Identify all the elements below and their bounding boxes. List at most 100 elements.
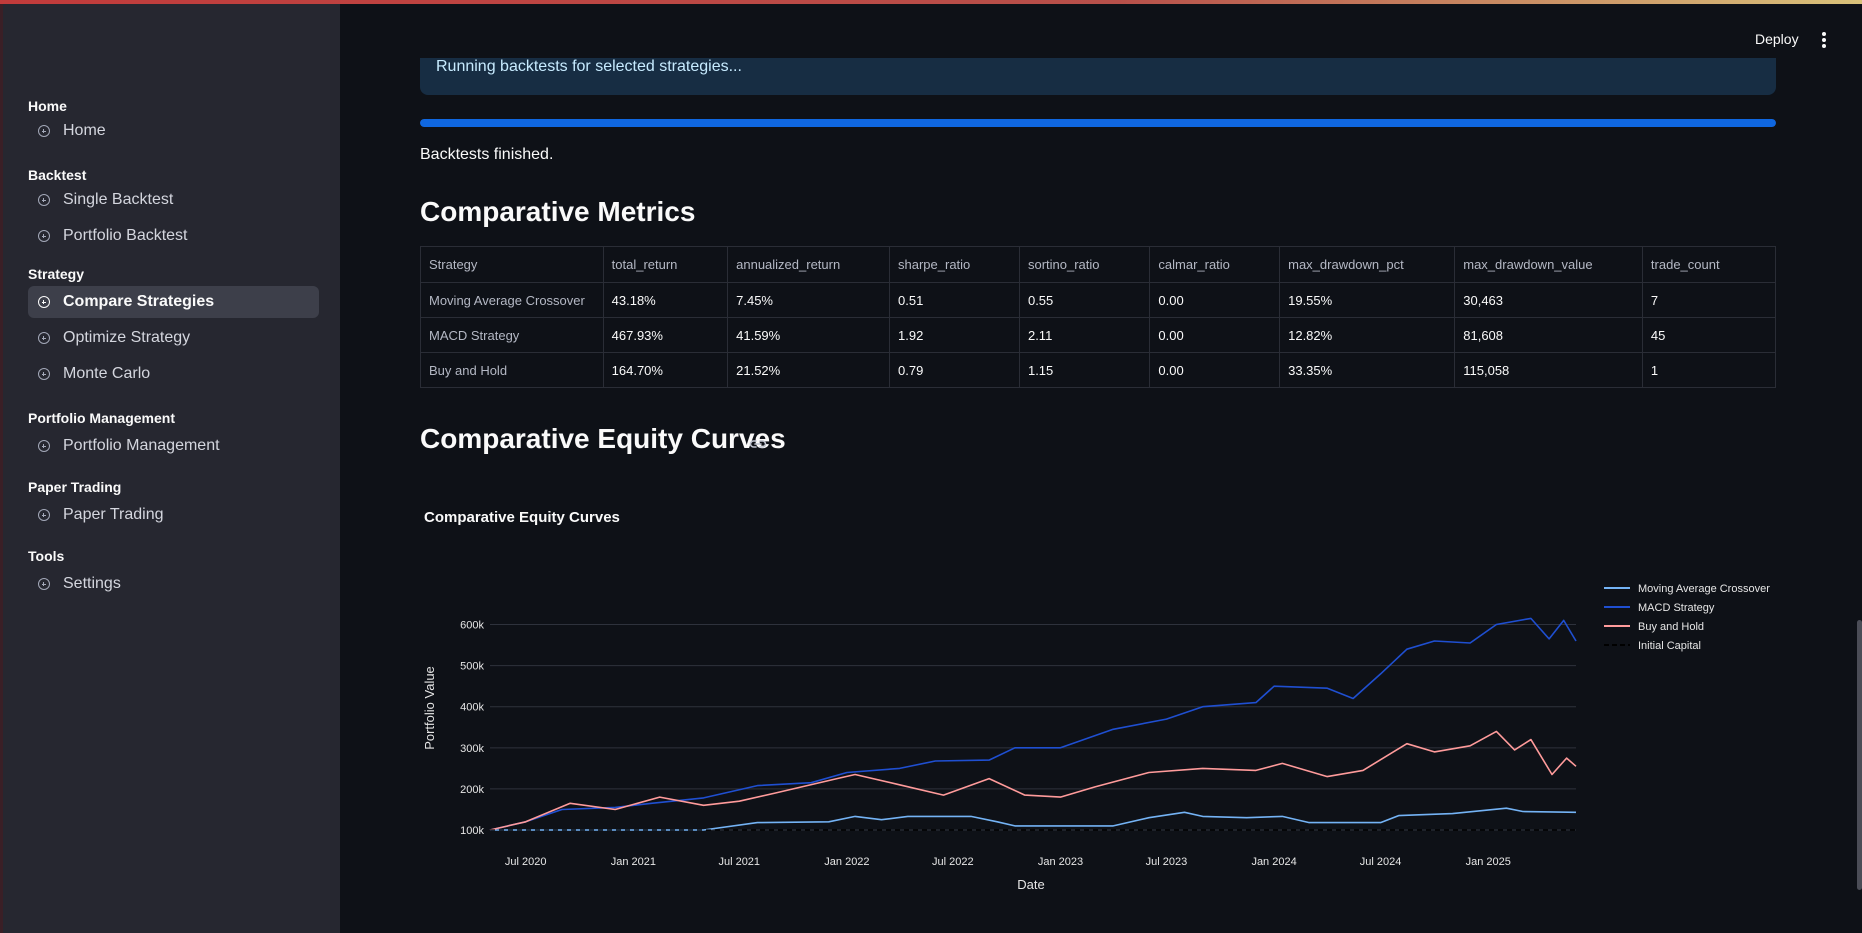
circle-plus-icon bbox=[38, 194, 50, 206]
table-cell: 0.79 bbox=[889, 352, 1020, 388]
table-cell: 2.11 bbox=[1018, 317, 1151, 353]
y-tick-label: 100k bbox=[460, 825, 484, 837]
x-tick-label: Jan 2025 bbox=[1466, 856, 1511, 868]
table-cell: 164.70% bbox=[602, 352, 729, 388]
sidebar-item-home[interactable]: Home bbox=[28, 115, 319, 147]
sidebar-item-optimize-strategy[interactable]: Optimize Strategy bbox=[28, 322, 319, 354]
x-tick-label: Jul 2024 bbox=[1360, 856, 1402, 868]
table-cell: 43.18% bbox=[602, 282, 729, 318]
y-tick-label: 200k bbox=[460, 784, 484, 796]
sidebar-item-label: Monte Carlo bbox=[63, 365, 151, 382]
sidebar-item-label: Home bbox=[63, 122, 106, 139]
circle-plus-icon bbox=[38, 440, 50, 452]
progress-fill bbox=[420, 119, 1776, 127]
x-tick-label: Jan 2021 bbox=[611, 856, 656, 868]
sidebar-item-portfolio-backtest[interactable]: Portfolio Backtest bbox=[28, 220, 319, 252]
series-line-moving-average-crossover bbox=[490, 807, 1577, 831]
table-cell: 12.82% bbox=[1279, 317, 1456, 353]
table-cell: 30,463 bbox=[1454, 282, 1643, 318]
table-cell: 41.59% bbox=[727, 317, 891, 353]
sidebar-item-label: Portfolio Management bbox=[63, 437, 220, 454]
table-cell: 21.52% bbox=[727, 352, 891, 388]
info-alert: Running backtests for selected strategie… bbox=[420, 58, 1776, 95]
table-cell: 467.93% bbox=[602, 317, 729, 353]
legend-label: Initial Capital bbox=[1638, 640, 1701, 652]
y-tick-label: 500k bbox=[460, 661, 484, 673]
table-cell: 45 bbox=[1641, 317, 1777, 353]
x-tick-label: Jan 2023 bbox=[1038, 856, 1083, 868]
sidebar-section-title: Portfolio Management bbox=[28, 410, 176, 426]
column-header[interactable]: sortino_ratio bbox=[1018, 246, 1151, 283]
legend-label: Buy and Hold bbox=[1638, 621, 1704, 633]
x-tick-label: Jan 2024 bbox=[1251, 856, 1296, 868]
sidebar-item-portfolio-management[interactable]: Portfolio Management bbox=[28, 430, 319, 462]
circle-plus-icon bbox=[38, 332, 50, 344]
table-cell: 115,058 bbox=[1454, 352, 1643, 388]
y-tick-label: 400k bbox=[460, 702, 484, 714]
sidebar-item-label: Single Backtest bbox=[63, 191, 174, 208]
table-cell: 0.51 bbox=[889, 282, 1020, 318]
column-header[interactable]: max_drawdown_value bbox=[1454, 246, 1643, 283]
x-tick-label: Jan 2022 bbox=[824, 856, 869, 868]
column-header[interactable]: Strategy bbox=[420, 246, 604, 283]
table-cell: 0.00 bbox=[1149, 317, 1281, 353]
scrollbar[interactable] bbox=[1857, 620, 1862, 890]
deploy-button[interactable]: Deploy bbox=[1755, 31, 1799, 47]
circle-plus-icon bbox=[38, 509, 50, 521]
sidebar-item-monte-carlo[interactable]: Monte Carlo bbox=[28, 358, 319, 390]
sidebar-section-title: Paper Trading bbox=[28, 479, 122, 495]
circle-plus-icon bbox=[38, 125, 50, 137]
column-header[interactable]: calmar_ratio bbox=[1149, 246, 1281, 283]
table-cell: 0.00 bbox=[1149, 352, 1281, 388]
legend-label: MACD Strategy bbox=[1638, 602, 1715, 614]
table-cell: 33.35% bbox=[1279, 352, 1456, 388]
y-tick-label: 300k bbox=[460, 743, 484, 755]
circle-plus-icon bbox=[38, 296, 50, 308]
sidebar-item-label: Portfolio Backtest bbox=[63, 227, 188, 244]
column-header[interactable]: total_return bbox=[602, 246, 729, 283]
column-header[interactable]: trade_count bbox=[1641, 246, 1777, 283]
sidebar-section-title: Tools bbox=[28, 548, 65, 564]
x-tick-label: Jul 2022 bbox=[932, 856, 974, 868]
table-row: MACD Strategy 467.93% 41.59% 1.92 2.11 0.00 12… bbox=[420, 317, 1777, 353]
sidebar-section-title: Strategy bbox=[28, 266, 85, 282]
link-icon[interactable] bbox=[748, 434, 768, 454]
column-header[interactable]: max_drawdown_pct bbox=[1279, 246, 1456, 283]
sidebar-item-label: Compare Strategies bbox=[63, 293, 215, 310]
table-cell: 0.00 bbox=[1149, 282, 1281, 318]
x-tick-label: Jul 2020 bbox=[505, 856, 547, 868]
sidebar-item-label: Paper Trading bbox=[63, 506, 164, 523]
equity-chart: Comparative Equity Curves Jul 2020 Jan 20… bbox=[422, 509, 1770, 892]
progress-bar bbox=[420, 119, 1776, 127]
column-header[interactable]: sharpe_ratio bbox=[889, 246, 1020, 283]
table-cell: 19.55% bbox=[1279, 282, 1456, 318]
info-alert-text: Running backtests for selected strategie… bbox=[436, 58, 742, 75]
legend-label: Moving Average Crossover bbox=[1638, 583, 1770, 595]
y-tick-label: 600k bbox=[460, 620, 484, 632]
sidebar-section-title: Home bbox=[28, 98, 67, 114]
table-header-row: Strategy total_return annualized_return sha… bbox=[420, 246, 1777, 283]
circle-plus-icon bbox=[38, 230, 50, 242]
sidebar-section-title: Backtest bbox=[28, 167, 87, 183]
sidebar-item-compare-strategies[interactable]: Compare Strategies bbox=[28, 286, 319, 318]
kebab-menu-icon[interactable] bbox=[1821, 32, 1827, 48]
chart-title: Comparative Equity Curves bbox=[424, 509, 620, 526]
y-axis-label: Portfolio Value bbox=[422, 666, 437, 750]
sidebar-item-label: Optimize Strategy bbox=[63, 329, 191, 346]
sidebar-item-settings[interactable]: Settings bbox=[28, 568, 319, 600]
table-cell: 1 bbox=[1641, 352, 1777, 388]
sidebar-item-paper-trading[interactable]: Paper Trading bbox=[28, 499, 319, 531]
row-header-cell: Moving Average Crossover bbox=[420, 282, 604, 318]
table-cell: 1.92 bbox=[889, 317, 1020, 353]
table-cell: 0.55 bbox=[1018, 282, 1151, 318]
table-cell: 7 bbox=[1641, 282, 1777, 318]
x-tick-label: Jul 2023 bbox=[1146, 856, 1188, 868]
table-row: Buy and Hold 164.70% 21.52% 0.79 1.15 0.00 33.… bbox=[420, 352, 1777, 388]
sidebar-item-single-backtest[interactable]: Single Backtest bbox=[28, 184, 319, 216]
column-header[interactable]: annualized_return bbox=[727, 246, 891, 283]
table-cell: 7.45% bbox=[727, 282, 891, 318]
x-tick-label: Jul 2021 bbox=[718, 856, 760, 868]
metrics-heading: Comparative Metrics bbox=[420, 196, 696, 227]
x-axis-label: Date bbox=[1017, 877, 1044, 892]
table-row: Moving Average Crossover 43.18% 7.45% 0.51 0… bbox=[420, 282, 1777, 318]
